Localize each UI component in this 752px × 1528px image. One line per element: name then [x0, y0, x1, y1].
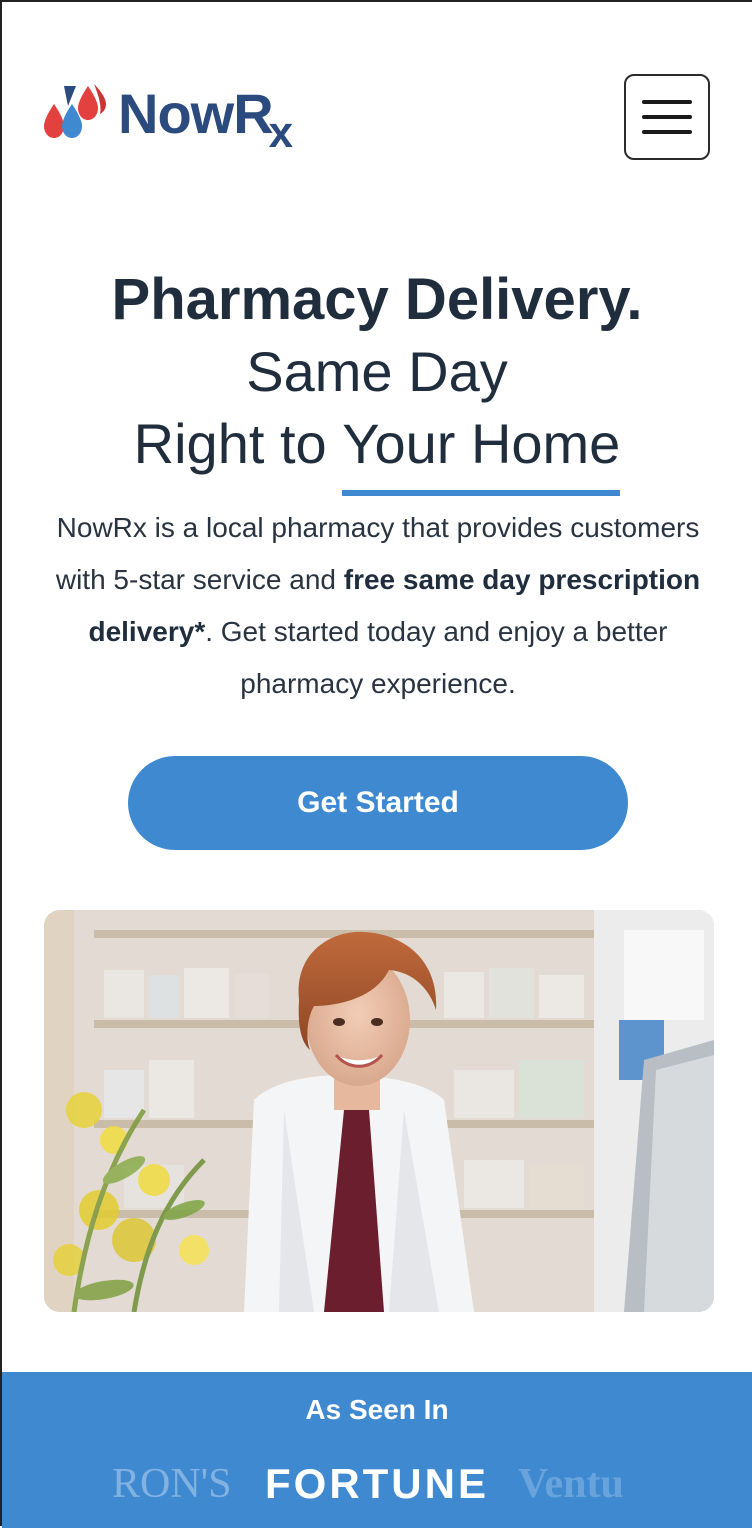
hamburger-icon [642, 100, 692, 104]
nowrx-logo[interactable]: NowRx [42, 82, 293, 162]
hero-line-2: Same Day [246, 340, 508, 403]
hero-heading: Pharmacy Delivery. Same Day Right to You… [2, 264, 752, 496]
hero-line-3: Right to Your Home [2, 408, 752, 496]
get-started-button[interactable]: Get Started [128, 756, 628, 850]
as-seen-in-section: As Seen In RON'S FORTUNE Ventu [2, 1372, 752, 1528]
desc-text-2: . Get started today and enjoy a better p… [205, 616, 668, 699]
brand-sub: x [268, 108, 294, 157]
site-header: NowRx [2, 2, 752, 202]
hero-description: NowRx is a local pharmacy that provides … [42, 502, 714, 710]
brand-wordmark: NowRx [118, 82, 293, 158]
hamburger-icon-bar [642, 115, 692, 119]
logo-drops-icon [44, 84, 106, 138]
menu-button[interactable] [624, 74, 710, 160]
pharmacist-illustration [44, 910, 714, 1312]
brand-name: NowR [118, 82, 274, 145]
publication-logo-venturebeat: Ventu [518, 1461, 624, 1507]
hero-line-3-prefix: Right to [133, 412, 343, 475]
hamburger-icon-bar [642, 130, 692, 134]
hero-underlined-phrase: Your Home [342, 408, 621, 496]
as-seen-in-title: As Seen In [305, 1394, 449, 1425]
pharmacist-photo [44, 910, 714, 1312]
hero-line-1: Pharmacy Delivery. [111, 267, 643, 332]
publication-logo-fortune: FORTUNE [265, 1460, 489, 1507]
